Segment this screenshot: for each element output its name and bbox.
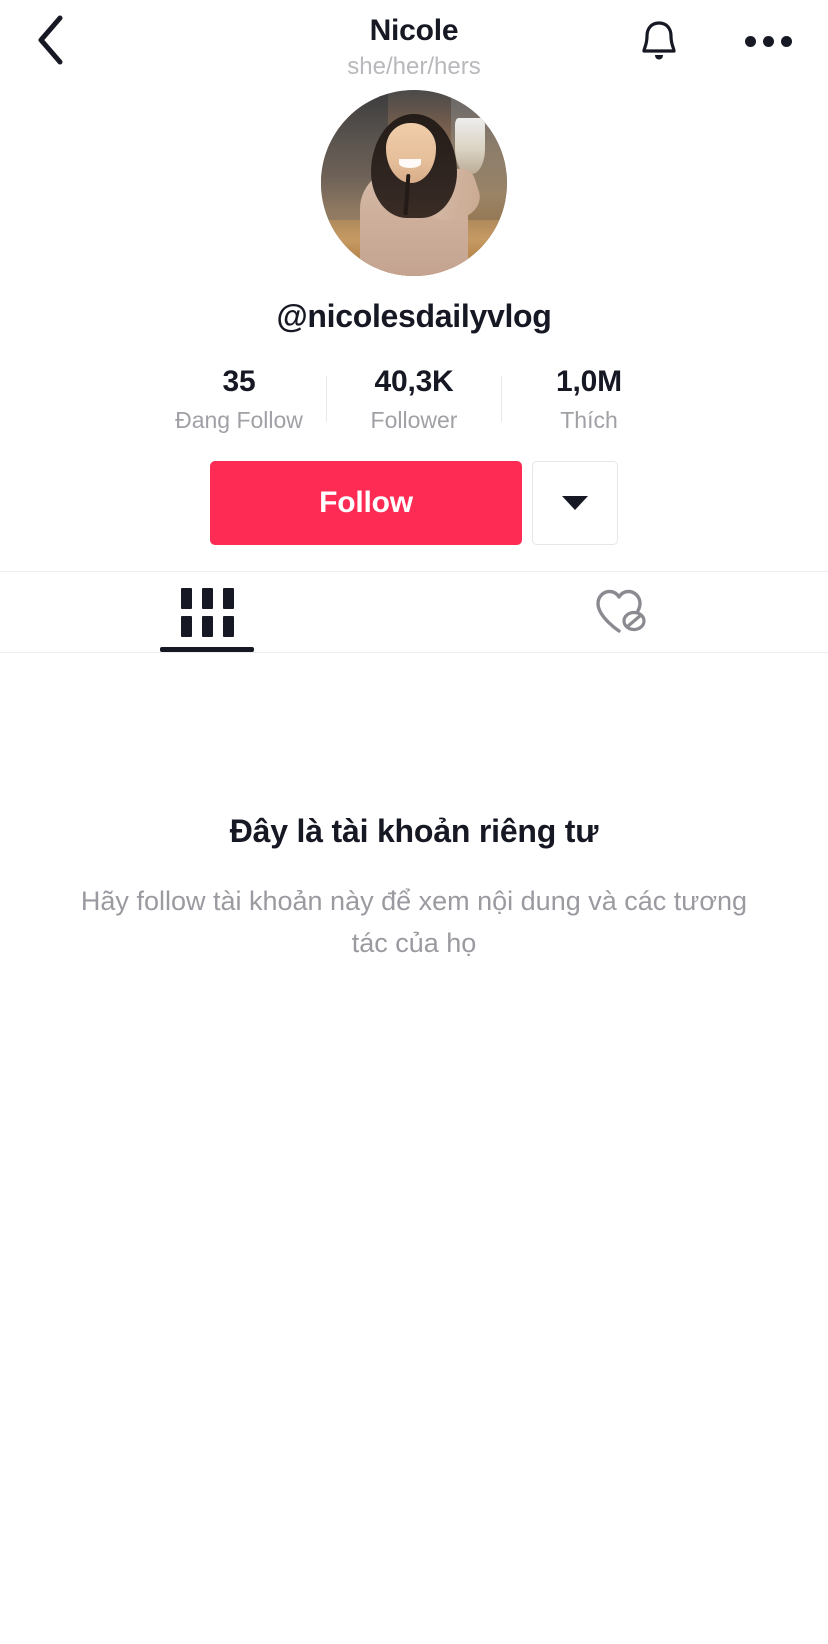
avatar-container (0, 90, 828, 276)
back-button[interactable] (20, 10, 80, 70)
caret-down-icon (562, 496, 588, 510)
follow-button[interactable]: Follow (210, 461, 522, 545)
follow-button-label: Follow (319, 486, 413, 519)
more-dot-2 (762, 35, 774, 47)
stats-row: 35 Đang Follow 40,3K Follower 1,0M Thích (0, 363, 828, 435)
pronouns-label: she/her/hers (347, 53, 481, 80)
heart-hidden-icon (596, 589, 646, 633)
page-title: Nicole (369, 14, 459, 47)
tiktok-profile-screen: Nicole she/her/hers @nicolesdailyvlog 35… (0, 0, 828, 1644)
stat-following[interactable]: 35 Đang Follow (152, 363, 326, 435)
header-bar: Nicole she/her/hers (0, 0, 828, 90)
stat-likes-label: Thích (560, 407, 618, 433)
chevron-left-icon (38, 15, 63, 65)
private-account-block: Đây là tài khoản riêng tư Hãy follow tài… (0, 813, 828, 964)
more-dot-1 (744, 35, 756, 47)
more-dot-3 (780, 35, 792, 47)
private-account-description: Hãy follow tài khoản này để xem nội dung… (80, 886, 748, 958)
avatar[interactable] (321, 90, 507, 276)
bell-icon (642, 21, 676, 60)
username-label: @nicolesdailyvlog (276, 298, 552, 334)
stat-likes[interactable]: 1,0M Thích (502, 363, 676, 435)
avatar-glass (454, 117, 485, 174)
tab-videos[interactable] (0, 572, 414, 652)
active-tab-indicator (160, 647, 254, 652)
notifications-button[interactable] (630, 12, 688, 70)
private-account-title: Đây là tài khoản riêng tư (229, 813, 599, 849)
tab-liked[interactable] (414, 572, 828, 652)
stat-following-label: Đang Follow (175, 407, 303, 433)
stat-followers[interactable]: 40,3K Follower (327, 363, 501, 435)
more-options-button[interactable] (738, 12, 798, 70)
more-actions-dropdown-button[interactable] (532, 461, 618, 545)
stat-following-value: 35 (222, 365, 256, 398)
stat-followers-value: 40,3K (374, 365, 454, 398)
action-row: Follow (0, 461, 828, 545)
stat-likes-value: 1,0M (556, 365, 622, 398)
stat-followers-label: Follower (370, 407, 458, 433)
header-titles: Nicole she/her/hers (0, 12, 828, 82)
profile-tabs (0, 571, 828, 653)
grid-icon (180, 587, 234, 637)
